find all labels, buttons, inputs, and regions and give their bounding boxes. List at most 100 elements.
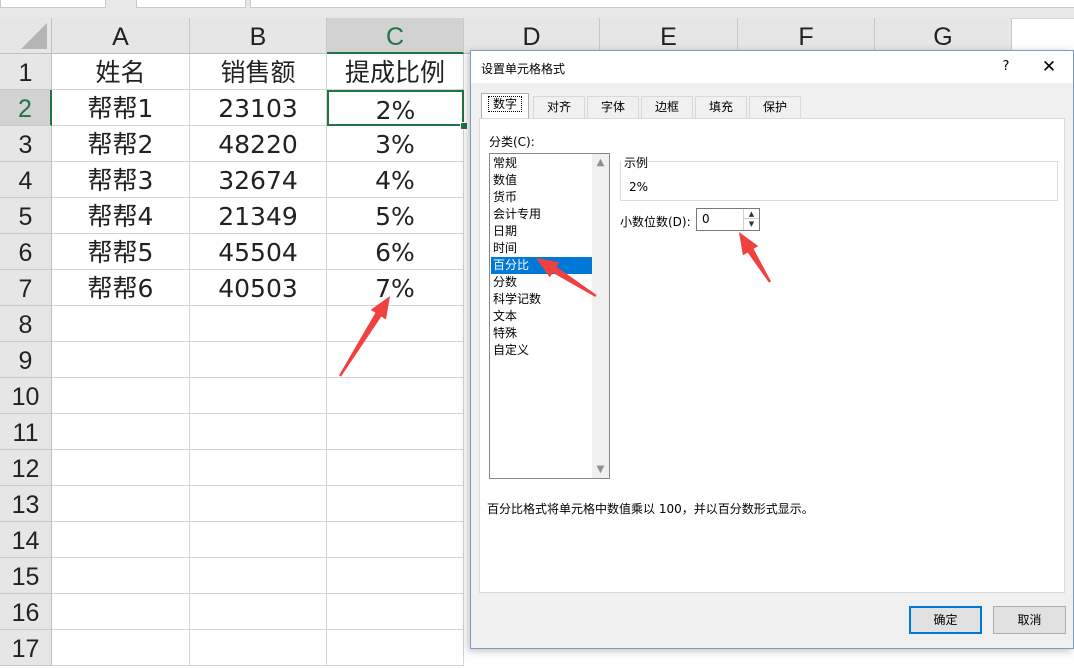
column-header-g[interactable]: G — [875, 18, 1012, 54]
cell-c10[interactable] — [327, 378, 464, 414]
column-header-b[interactable]: B — [190, 18, 327, 54]
cell-b7[interactable]: 40503 — [190, 270, 327, 306]
column-header-f[interactable]: F — [738, 18, 875, 54]
ok-button[interactable]: 确定 — [909, 606, 982, 634]
cell-c3[interactable]: 3% — [327, 126, 464, 162]
close-icon[interactable]: ✕ — [1037, 55, 1061, 79]
cell-a8[interactable] — [52, 306, 190, 342]
row-header-12[interactable]: 12 — [0, 450, 52, 486]
cell-a17[interactable] — [52, 630, 190, 666]
cell-c1[interactable]: 提成比例 — [327, 54, 464, 90]
category-item[interactable]: 自定义 — [491, 342, 593, 359]
row-header-1[interactable]: 1 — [0, 54, 52, 90]
row-header-15[interactable]: 15 — [0, 558, 52, 594]
cell-a4[interactable]: 帮帮3 — [52, 162, 190, 198]
cell-a12[interactable] — [52, 450, 190, 486]
cell-b8[interactable] — [190, 306, 327, 342]
cell-c2[interactable]: 2% — [327, 90, 464, 126]
row-header-2[interactable]: 2 — [0, 90, 52, 126]
cell-b10[interactable] — [190, 378, 327, 414]
category-item[interactable]: 百分比 — [491, 257, 593, 274]
cell-a6[interactable]: 帮帮5 — [52, 234, 190, 270]
cell-a10[interactable] — [52, 378, 190, 414]
cell-b13[interactable] — [190, 486, 327, 522]
tab-2[interactable]: 字体 — [587, 96, 639, 118]
cell-a2[interactable]: 帮帮1 — [52, 90, 190, 126]
fill-handle[interactable] — [460, 122, 468, 130]
cell-a7[interactable]: 帮帮6 — [52, 270, 190, 306]
row-header-5[interactable]: 5 — [0, 198, 52, 234]
category-item[interactable]: 货币 — [491, 189, 593, 206]
cell-c16[interactable] — [327, 594, 464, 630]
cell-a15[interactable] — [52, 558, 190, 594]
cell-b15[interactable] — [190, 558, 327, 594]
cell-c15[interactable] — [327, 558, 464, 594]
cell-c14[interactable] — [327, 522, 464, 558]
cell-c5[interactable]: 5% — [327, 198, 464, 234]
cell-b5[interactable]: 21349 — [190, 198, 327, 234]
name-box[interactable] — [0, 0, 106, 8]
column-header-c[interactable]: C — [327, 18, 464, 54]
cell-c6[interactable]: 6% — [327, 234, 464, 270]
category-item[interactable]: 分数 — [491, 274, 593, 291]
tab-4[interactable]: 填充 — [695, 96, 747, 118]
cell-b6[interactable]: 45504 — [190, 234, 327, 270]
scroll-up-icon[interactable]: ▲ — [592, 154, 609, 171]
column-header-a[interactable]: A — [52, 18, 190, 54]
tab-5[interactable]: 保护 — [749, 96, 801, 118]
formula-controls[interactable] — [136, 0, 246, 8]
column-header-d[interactable]: D — [464, 18, 600, 54]
category-listbox[interactable]: 常规 数值 货币 会计专用 日期 时间 百分比 分数 科学记数 文本 特殊 自定义 ▲ ▼ — [489, 153, 610, 479]
cell-b17[interactable] — [190, 630, 327, 666]
row-header-13[interactable]: 13 — [0, 486, 52, 522]
cell-a9[interactable] — [52, 342, 190, 378]
cell-b9[interactable] — [190, 342, 327, 378]
cell-a3[interactable]: 帮帮2 — [52, 126, 190, 162]
decimal-places-value[interactable]: 0 — [702, 212, 710, 226]
row-header-4[interactable]: 4 — [0, 162, 52, 198]
tab-3[interactable]: 边框 — [641, 96, 693, 118]
cell-a16[interactable] — [52, 594, 190, 630]
row-header-14[interactable]: 14 — [0, 522, 52, 558]
cell-b1[interactable]: 销售额 — [190, 54, 327, 90]
category-item[interactable]: 时间 — [491, 240, 593, 257]
category-scrollbar[interactable]: ▲ ▼ — [592, 154, 609, 478]
cell-b3[interactable]: 48220 — [190, 126, 327, 162]
column-header-e[interactable]: E — [600, 18, 738, 54]
row-header-11[interactable]: 11 — [0, 414, 52, 450]
cell-c9[interactable] — [327, 342, 464, 378]
cell-a5[interactable]: 帮帮4 — [52, 198, 190, 234]
row-header-3[interactable]: 3 — [0, 126, 52, 162]
category-item[interactable]: 文本 — [491, 308, 593, 325]
cell-c8[interactable] — [327, 306, 464, 342]
tab-0[interactable]: 数字 — [481, 93, 529, 119]
help-icon[interactable]: ? — [995, 57, 1017, 77]
row-header-16[interactable]: 16 — [0, 594, 52, 630]
row-header-6[interactable]: 6 — [0, 234, 52, 270]
category-item[interactable]: 日期 — [491, 223, 593, 240]
scroll-down-icon[interactable]: ▼ — [592, 461, 609, 478]
decimal-places-stepper[interactable]: 0 ▲ ▼ — [696, 208, 760, 231]
decrement-icon[interactable]: ▼ — [744, 219, 759, 229]
cell-b16[interactable] — [190, 594, 327, 630]
row-header-17[interactable]: 17 — [0, 630, 52, 666]
cell-c13[interactable] — [327, 486, 464, 522]
cell-b14[interactable] — [190, 522, 327, 558]
cell-b4[interactable]: 32674 — [190, 162, 327, 198]
row-header-7[interactable]: 7 — [0, 270, 52, 306]
cell-a1[interactable]: 姓名 — [52, 54, 190, 90]
category-item[interactable]: 科学记数 — [491, 291, 593, 308]
cell-c7[interactable]: 7% — [327, 270, 464, 306]
cell-b2[interactable]: 23103 — [190, 90, 327, 126]
category-item[interactable]: 数值 — [491, 172, 593, 189]
cell-b12[interactable] — [190, 450, 327, 486]
formula-input[interactable] — [250, 0, 1074, 8]
cell-c4[interactable]: 4% — [327, 162, 464, 198]
select-all-button[interactable] — [0, 18, 52, 54]
cell-c11[interactable] — [327, 414, 464, 450]
cell-c12[interactable] — [327, 450, 464, 486]
cancel-button[interactable]: 取消 — [993, 606, 1066, 634]
tab-1[interactable]: 对齐 — [533, 96, 585, 118]
category-item[interactable]: 会计专用 — [491, 206, 593, 223]
increment-icon[interactable]: ▲ — [744, 209, 759, 219]
